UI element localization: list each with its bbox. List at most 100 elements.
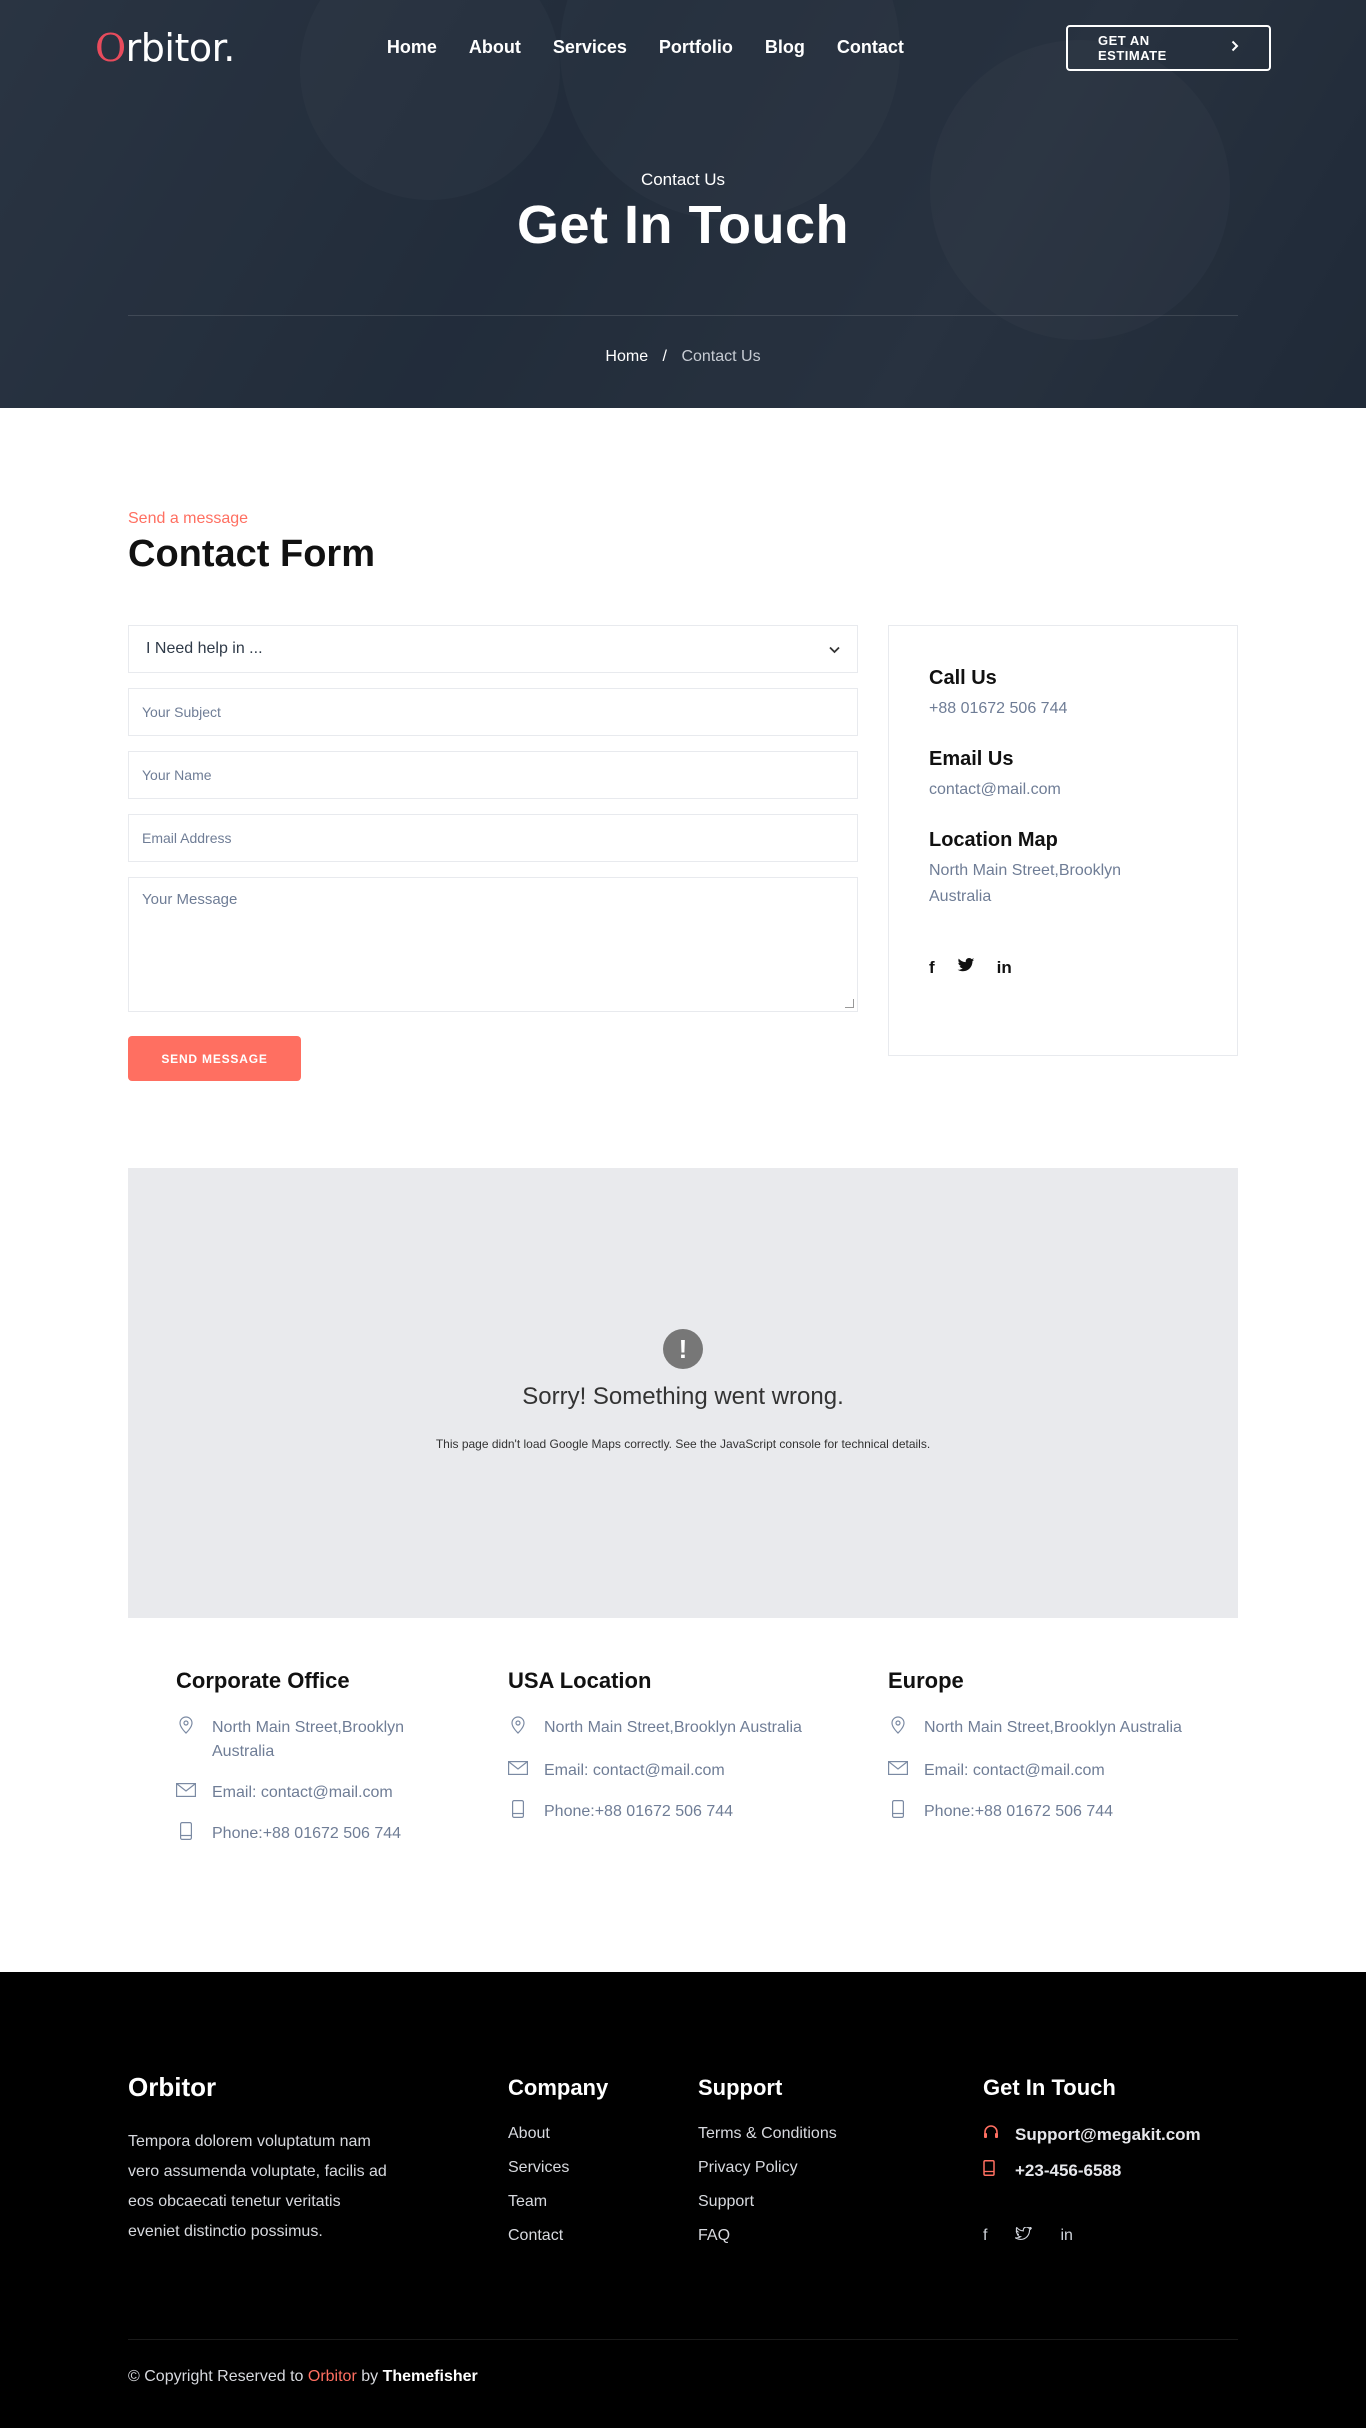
office-phone-text[interactable]: Phone:+88 01672 506 744 xyxy=(924,1800,1113,1826)
chevron-right-icon xyxy=(1231,40,1239,55)
nav-blog[interactable]: Blog xyxy=(765,37,805,58)
footer-brand[interactable]: Orbitor xyxy=(128,2072,216,2103)
office-address: North Main Street,Brooklyn Australia xyxy=(508,1716,868,1742)
footer-phone[interactable]: +23-456-6588 xyxy=(983,2160,1201,2181)
footer-link-services[interactable]: Services xyxy=(508,2159,608,2177)
message-textarea[interactable]: Your Message xyxy=(128,877,858,1012)
map-embed[interactable]: ! Sorry! Something went wrong. This page… xyxy=(128,1168,1238,1618)
office-corporate: Corporate Office North Main Street,Brook… xyxy=(176,1668,436,1865)
call-value[interactable]: +88 01672 506 744 xyxy=(929,696,1197,722)
hero-divider xyxy=(128,315,1238,316)
location-block: Location Map North Main Street,Brooklyn … xyxy=(929,829,1197,910)
office-phone: Phone:+88 01672 506 744 xyxy=(176,1822,436,1848)
office-email: Email: contact@mail.com xyxy=(176,1781,436,1805)
office-address-text: North Main Street,Brooklyn Australia xyxy=(544,1719,802,1736)
linkedin-icon[interactable]: in xyxy=(997,958,1012,978)
chevron-down-icon xyxy=(829,641,840,657)
footer-phone-text: +23-456-6588 xyxy=(1015,2160,1122,2180)
office-title: Europe xyxy=(888,1668,964,1693)
facebook-icon[interactable]: f xyxy=(983,2227,987,2246)
map-pin-icon xyxy=(508,1716,528,1742)
footer-link-team[interactable]: Team xyxy=(508,2193,608,2211)
nav-about[interactable]: About xyxy=(469,37,521,58)
message-placeholder: Your Message xyxy=(142,891,238,908)
footer-support: Support Terms & Conditions Privacy Polic… xyxy=(698,2075,837,2261)
office-usa: USA Location North Main Street,Brooklyn … xyxy=(508,1668,868,1843)
footer-support-email[interactable]: Support@megakit.com xyxy=(983,2125,1201,2145)
contact-socials: f in xyxy=(929,958,1197,978)
office-phone-text[interactable]: Phone:+88 01672 506 744 xyxy=(212,1822,401,1848)
footer-link-privacy[interactable]: Privacy Policy xyxy=(698,2159,837,2177)
site-logo[interactable]: Orbitor. xyxy=(95,26,235,70)
footer-link-about[interactable]: About xyxy=(508,2125,608,2143)
copyright-by: by xyxy=(361,2368,379,2385)
envelope-icon xyxy=(888,1759,908,1783)
location-value: North Main Street,Brooklyn Australia xyxy=(929,862,1122,905)
email-input[interactable]: Email Address xyxy=(128,814,858,862)
copyright-brand-link[interactable]: Orbitor xyxy=(308,2368,357,2385)
linkedin-icon[interactable]: in xyxy=(1060,2227,1072,2246)
breadcrumb-home[interactable]: Home xyxy=(605,348,648,365)
resize-handle-icon[interactable] xyxy=(845,999,854,1008)
site-footer: Orbitor Tempora dolorem voluptatum nam v… xyxy=(0,1972,1366,2428)
contact-info-card: Call Us +88 01672 506 744 Email Us conta… xyxy=(888,625,1238,1056)
hero-banner: Orbitor. Home About Services Portfolio B… xyxy=(0,0,1366,408)
alert-icon: ! xyxy=(663,1329,703,1369)
office-title: USA Location xyxy=(508,1668,652,1693)
office-address: North Main Street,Brooklyn Australia xyxy=(176,1716,436,1764)
office-phone: Phone:+88 01672 506 744 xyxy=(508,1800,868,1826)
office-title: Corporate Office xyxy=(176,1668,350,1693)
page-title: Get In Touch xyxy=(517,195,849,255)
office-email-text[interactable]: Email: contact@mail.com xyxy=(544,1759,725,1783)
location-heading: Location Map xyxy=(929,829,1058,851)
name-input[interactable]: Your Name xyxy=(128,751,858,799)
office-phone-text[interactable]: Phone:+88 01672 506 744 xyxy=(544,1800,733,1826)
nav-contact[interactable]: Contact xyxy=(837,37,904,58)
nav-portfolio[interactable]: Portfolio xyxy=(659,37,733,58)
send-message-button[interactable]: SEND MESSAGE xyxy=(128,1036,301,1081)
footer-company: Company About Services Team Contact xyxy=(508,2075,608,2261)
map-pin-icon xyxy=(888,1716,908,1742)
envelope-icon xyxy=(176,1781,196,1805)
section-kicker: Send a message xyxy=(128,510,249,527)
logo-text: rbitor. xyxy=(125,25,236,70)
offices-section: Corporate Office North Main Street,Brook… xyxy=(0,1618,1366,1972)
email-value[interactable]: contact@mail.com xyxy=(929,777,1197,803)
footer-support-heading: Support xyxy=(698,2075,783,2100)
nav-home[interactable]: Home xyxy=(387,37,437,58)
headset-icon xyxy=(983,2125,1000,2145)
office-email: Email: contact@mail.com xyxy=(888,1759,1248,1783)
office-address-text: North Main Street,Brooklyn Australia xyxy=(924,1719,1182,1736)
footer-touch-heading: Get In Touch xyxy=(983,2075,1116,2100)
help-topic-select[interactable]: I Need help in ... xyxy=(128,625,858,673)
footer-link-terms[interactable]: Terms & Conditions xyxy=(698,2125,837,2143)
logo-letter: O xyxy=(95,25,126,70)
twitter-icon[interactable] xyxy=(1014,2226,1033,2246)
map-pin-icon xyxy=(176,1716,196,1764)
name-placeholder: Your Name xyxy=(142,767,212,783)
footer-link-contact[interactable]: Contact xyxy=(508,2227,608,2245)
office-email-text[interactable]: Email: contact@mail.com xyxy=(924,1759,1105,1783)
phone-icon xyxy=(888,1800,908,1826)
get-estimate-button[interactable]: GET AN ESTIMATE xyxy=(1066,24,1271,71)
office-email: Email: contact@mail.com xyxy=(508,1759,868,1783)
breadcrumb: Home / Contact Us xyxy=(0,348,1366,366)
get-estimate-label: GET AN ESTIMATE xyxy=(1098,32,1167,63)
main-menu: Home About Services Portfolio Blog Conta… xyxy=(387,37,904,58)
twitter-icon[interactable] xyxy=(957,958,975,978)
copyright-author-link[interactable]: Themefisher xyxy=(383,2368,478,2385)
subject-placeholder: Your Subject xyxy=(142,704,221,720)
email-heading: Email Us xyxy=(929,748,1014,770)
footer-link-support[interactable]: Support xyxy=(698,2193,837,2211)
footer-get-in-touch: Get In Touch Support@megakit.com +23-456… xyxy=(983,2075,1201,2246)
subject-input[interactable]: Your Subject xyxy=(128,688,858,736)
phone-icon xyxy=(176,1822,196,1848)
footer-link-faq[interactable]: FAQ xyxy=(698,2227,837,2245)
footer-company-heading: Company xyxy=(508,2075,609,2100)
office-address: North Main Street,Brooklyn Australia xyxy=(888,1716,1248,1742)
top-navigation: Orbitor. Home About Services Portfolio B… xyxy=(0,0,1366,95)
breadcrumb-separator: / xyxy=(662,348,667,365)
office-email-text[interactable]: Email: contact@mail.com xyxy=(212,1781,393,1805)
facebook-icon[interactable]: f xyxy=(929,958,935,978)
nav-services[interactable]: Services xyxy=(553,37,627,58)
